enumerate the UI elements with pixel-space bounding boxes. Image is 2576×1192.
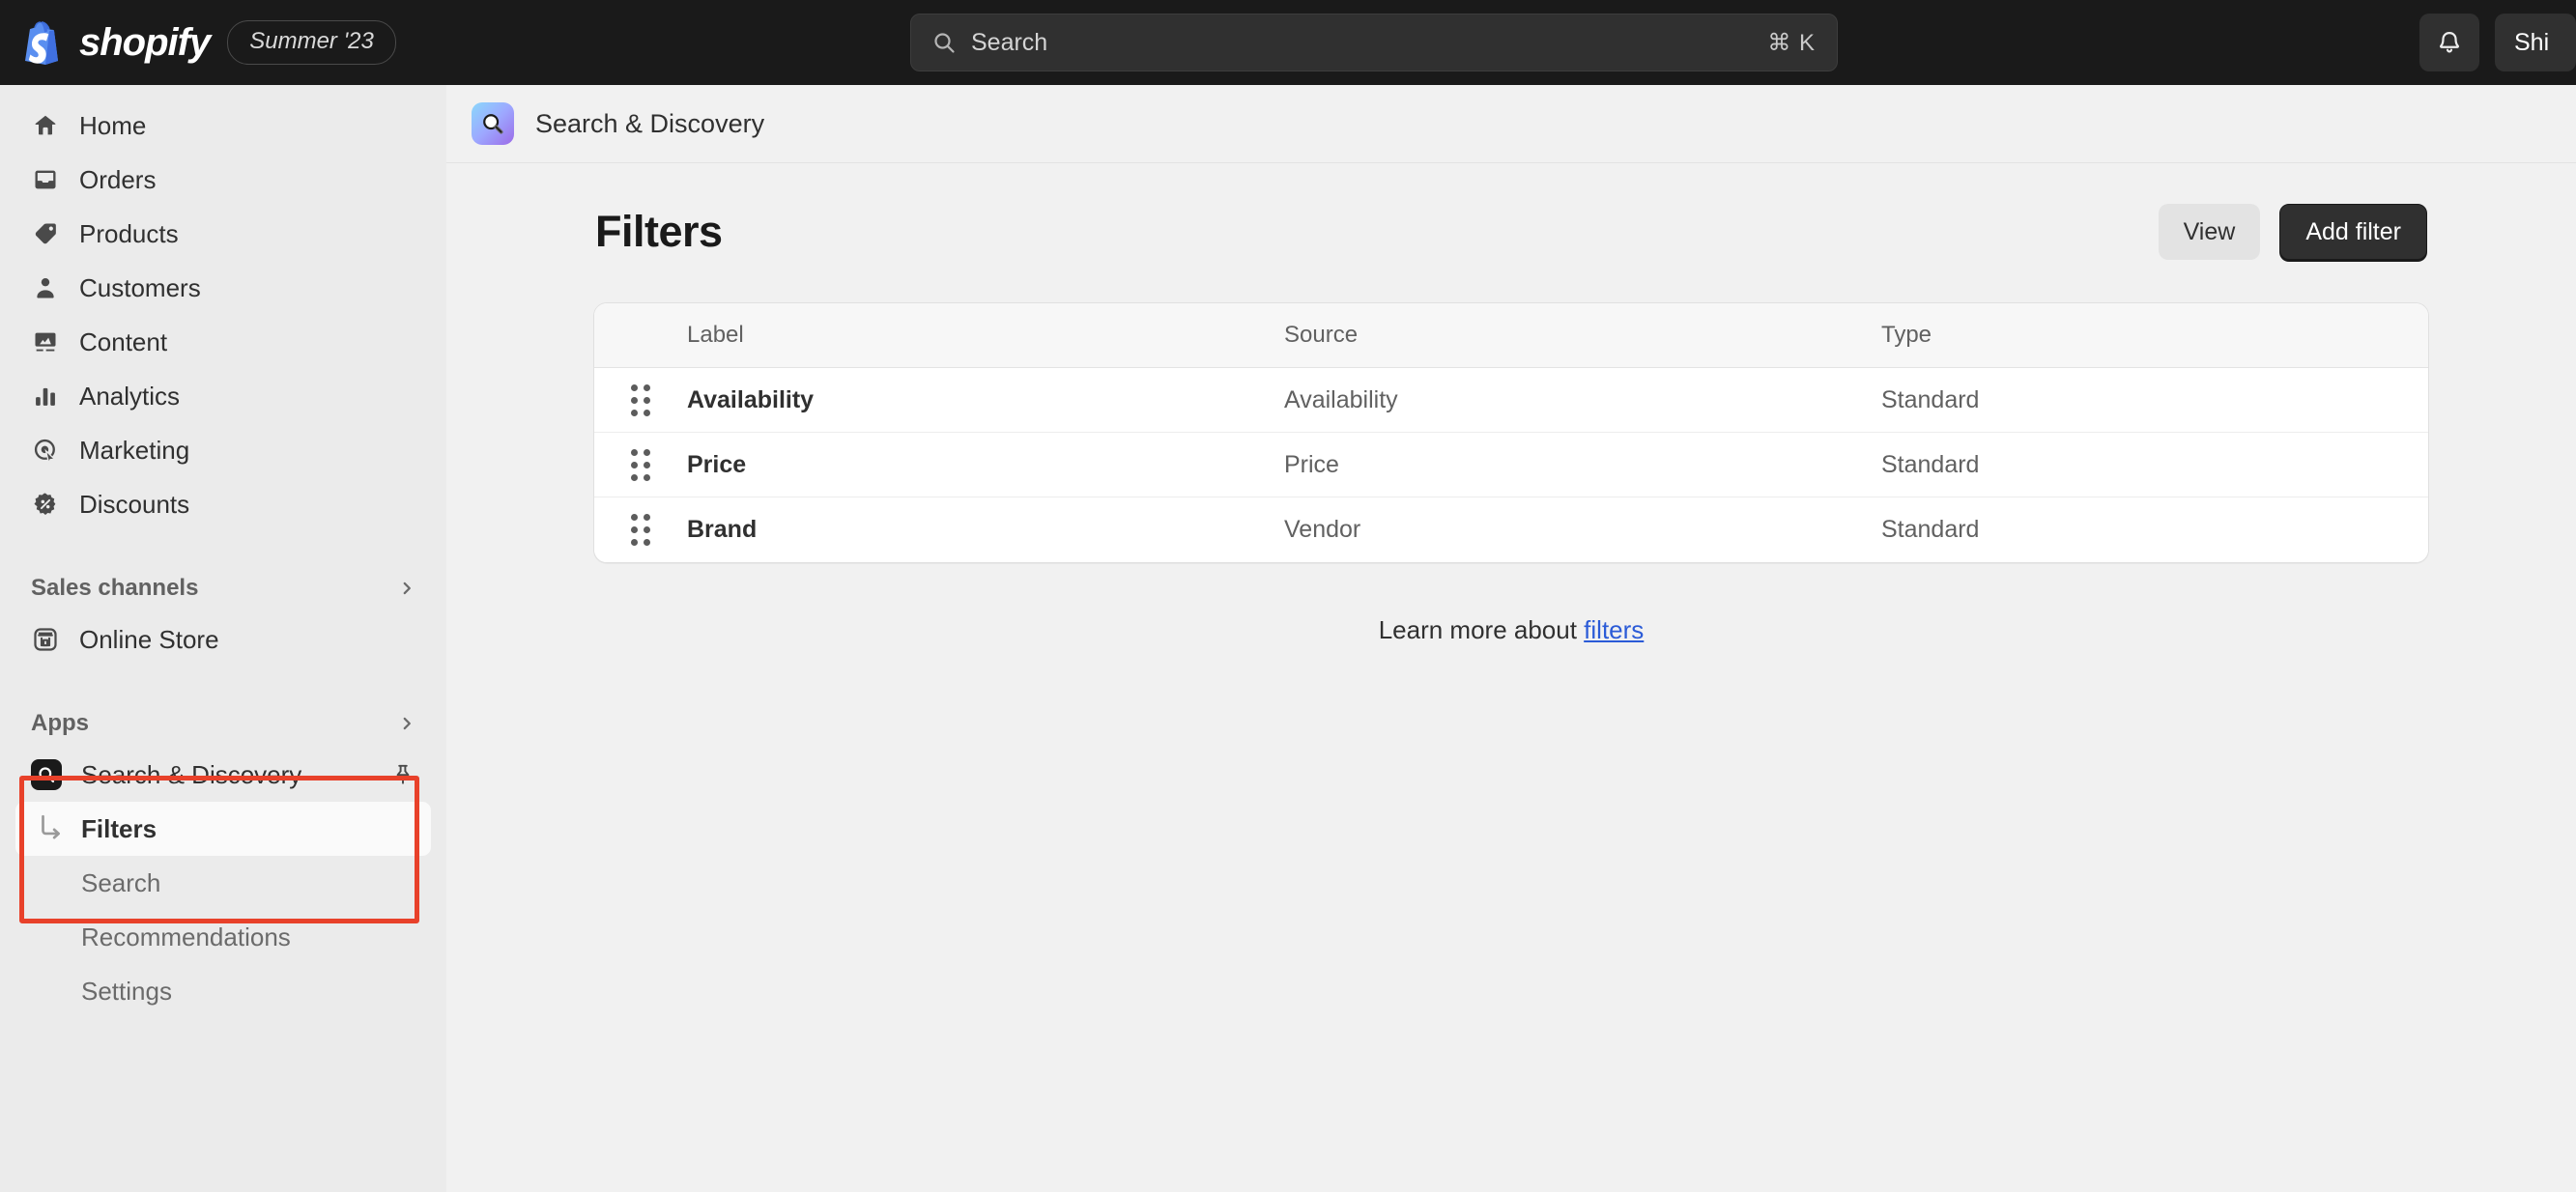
sidebar-item-recommendations[interactable]: Recommendations: [15, 910, 431, 964]
search-input[interactable]: Search ⌘ K: [910, 14, 1838, 71]
drag-handle-icon[interactable]: [594, 383, 687, 416]
product-tag-icon: [31, 219, 60, 248]
customer-person-icon: [31, 273, 60, 302]
sidebar-section-apps[interactable]: Apps: [15, 699, 431, 748]
bell-icon: [2440, 31, 2459, 53]
sidebar: Home Orders Products Customers Content A…: [0, 85, 446, 1192]
discount-badge-icon: [31, 490, 60, 519]
sidebar-item-label: Customers: [79, 272, 201, 302]
sidebar-item-label: Search & Discovery: [81, 759, 302, 789]
cell-source: Vendor: [1284, 516, 1361, 543]
cell-source: Availability: [1284, 385, 1398, 413]
home-icon: [31, 111, 60, 140]
orders-inbox-icon: [31, 165, 60, 194]
table-row[interactable]: Price Price Standard: [594, 433, 2428, 497]
search-icon: [934, 33, 955, 53]
store-name-chip[interactable]: Shi: [2495, 14, 2576, 71]
filters-table: Label Source Type Availability Availabil…: [593, 302, 2429, 563]
sidebar-item-discounts[interactable]: Discounts: [15, 477, 431, 531]
section-title: Apps: [31, 710, 89, 736]
season-badge: Summer '23: [227, 20, 396, 65]
section-title: Sales channels: [31, 575, 199, 601]
sidebar-item-filters[interactable]: Filters: [15, 802, 431, 856]
column-header-source: Source: [1284, 322, 1359, 348]
sidebar-item-customers[interactable]: Customers: [15, 261, 431, 315]
sidebar-item-label: Analytics: [79, 381, 181, 411]
sidebar-item-label: Home: [79, 110, 147, 140]
top-bar: shopify Summer '23 Search ⌘ K Shi: [0, 0, 2576, 85]
search-discovery-app-icon: [31, 759, 62, 790]
sidebar-item-content[interactable]: Content: [15, 315, 431, 369]
cell-label: Availability: [687, 385, 815, 413]
drag-handle-icon[interactable]: [594, 448, 687, 481]
app-header-title: Search & Discovery: [535, 108, 765, 138]
content-image-icon: [31, 327, 60, 356]
drag-handle-icon[interactable]: [594, 514, 687, 546]
page-actions: View Add filter: [2158, 204, 2427, 260]
sidebar-item-label: Products: [79, 218, 179, 248]
page-header: Filters View Add filter: [593, 204, 2429, 260]
column-header-type: Type: [1881, 322, 1932, 348]
brand-name: shopify: [79, 20, 211, 64]
sidebar-item-online-store[interactable]: Online Store: [15, 612, 431, 667]
shopify-bag-icon: [25, 21, 58, 65]
sidebar-item-analytics[interactable]: Analytics: [15, 369, 431, 423]
sidebar-item-label: Filters: [81, 813, 157, 843]
sidebar-item-label: Search: [81, 867, 161, 897]
table-header-row: Label Source Type: [594, 303, 2428, 368]
search-discovery-app-icon: [472, 102, 514, 145]
view-button[interactable]: View: [2158, 204, 2261, 260]
sidebar-item-orders[interactable]: Orders: [15, 153, 431, 207]
sidebar-item-label: Settings: [81, 976, 172, 1006]
brand[interactable]: shopify Summer '23: [21, 20, 396, 65]
online-store-icon: [31, 625, 60, 654]
learn-more-prefix: Learn more about: [1378, 615, 1585, 644]
chevron-right-icon: [403, 717, 411, 730]
sidebar-item-label: Online Store: [79, 624, 219, 654]
main-content: Search & Discovery Filters View Add filt…: [446, 85, 2576, 1192]
sidebar-item-label: Recommendations: [81, 922, 291, 951]
cell-type: Standard: [1881, 450, 1980, 478]
top-right-actions: Shi: [2419, 14, 2576, 71]
sidebar-section-sales-channels[interactable]: Sales channels: [15, 564, 431, 612]
sidebar-item-settings[interactable]: Settings: [15, 964, 431, 1018]
sidebar-item-marketing[interactable]: Marketing: [15, 423, 431, 477]
column-header-label: Label: [687, 322, 744, 348]
sidebar-item-label: Marketing: [79, 435, 190, 465]
table-row[interactable]: Brand Vendor Standard: [594, 497, 2428, 562]
sidebar-item-search-and-discovery[interactable]: Search & Discovery: [15, 748, 431, 802]
marketing-target-icon: [31, 436, 60, 465]
sidebar-item-products[interactable]: Products: [15, 207, 431, 261]
chevron-right-icon: [403, 582, 411, 595]
page-title: Filters: [595, 207, 723, 256]
pin-icon[interactable]: [390, 762, 415, 787]
learn-more-text: Learn more about filters: [593, 615, 2429, 645]
notifications-button[interactable]: [2419, 14, 2479, 71]
analytics-bars-icon: [31, 382, 60, 411]
app-header: Search & Discovery: [446, 85, 2576, 163]
sidebar-item-label: Orders: [79, 164, 157, 194]
table-row[interactable]: Availability Availability Standard: [594, 368, 2428, 433]
cell-type: Standard: [1881, 516, 1980, 543]
search-shortcut: ⌘ K: [1767, 29, 1816, 56]
search-placeholder: Search: [971, 28, 1048, 56]
cell-type: Standard: [1881, 385, 1980, 413]
filters-link[interactable]: filters: [1584, 615, 1644, 644]
sidebar-item-label: Content: [79, 326, 168, 356]
page-content: Filters View Add filter Label Source Typ…: [446, 163, 2576, 645]
arrow-turn-down-right-icon: [42, 814, 60, 839]
sidebar-item-label: Discounts: [79, 489, 190, 519]
sidebar-item-search[interactable]: Search: [15, 856, 431, 910]
sidebar-item-home[interactable]: Home: [15, 99, 431, 153]
cell-source: Price: [1284, 450, 1339, 478]
cell-label: Brand: [687, 516, 758, 543]
cell-label: Price: [687, 450, 747, 478]
add-filter-button[interactable]: Add filter: [2279, 204, 2427, 260]
